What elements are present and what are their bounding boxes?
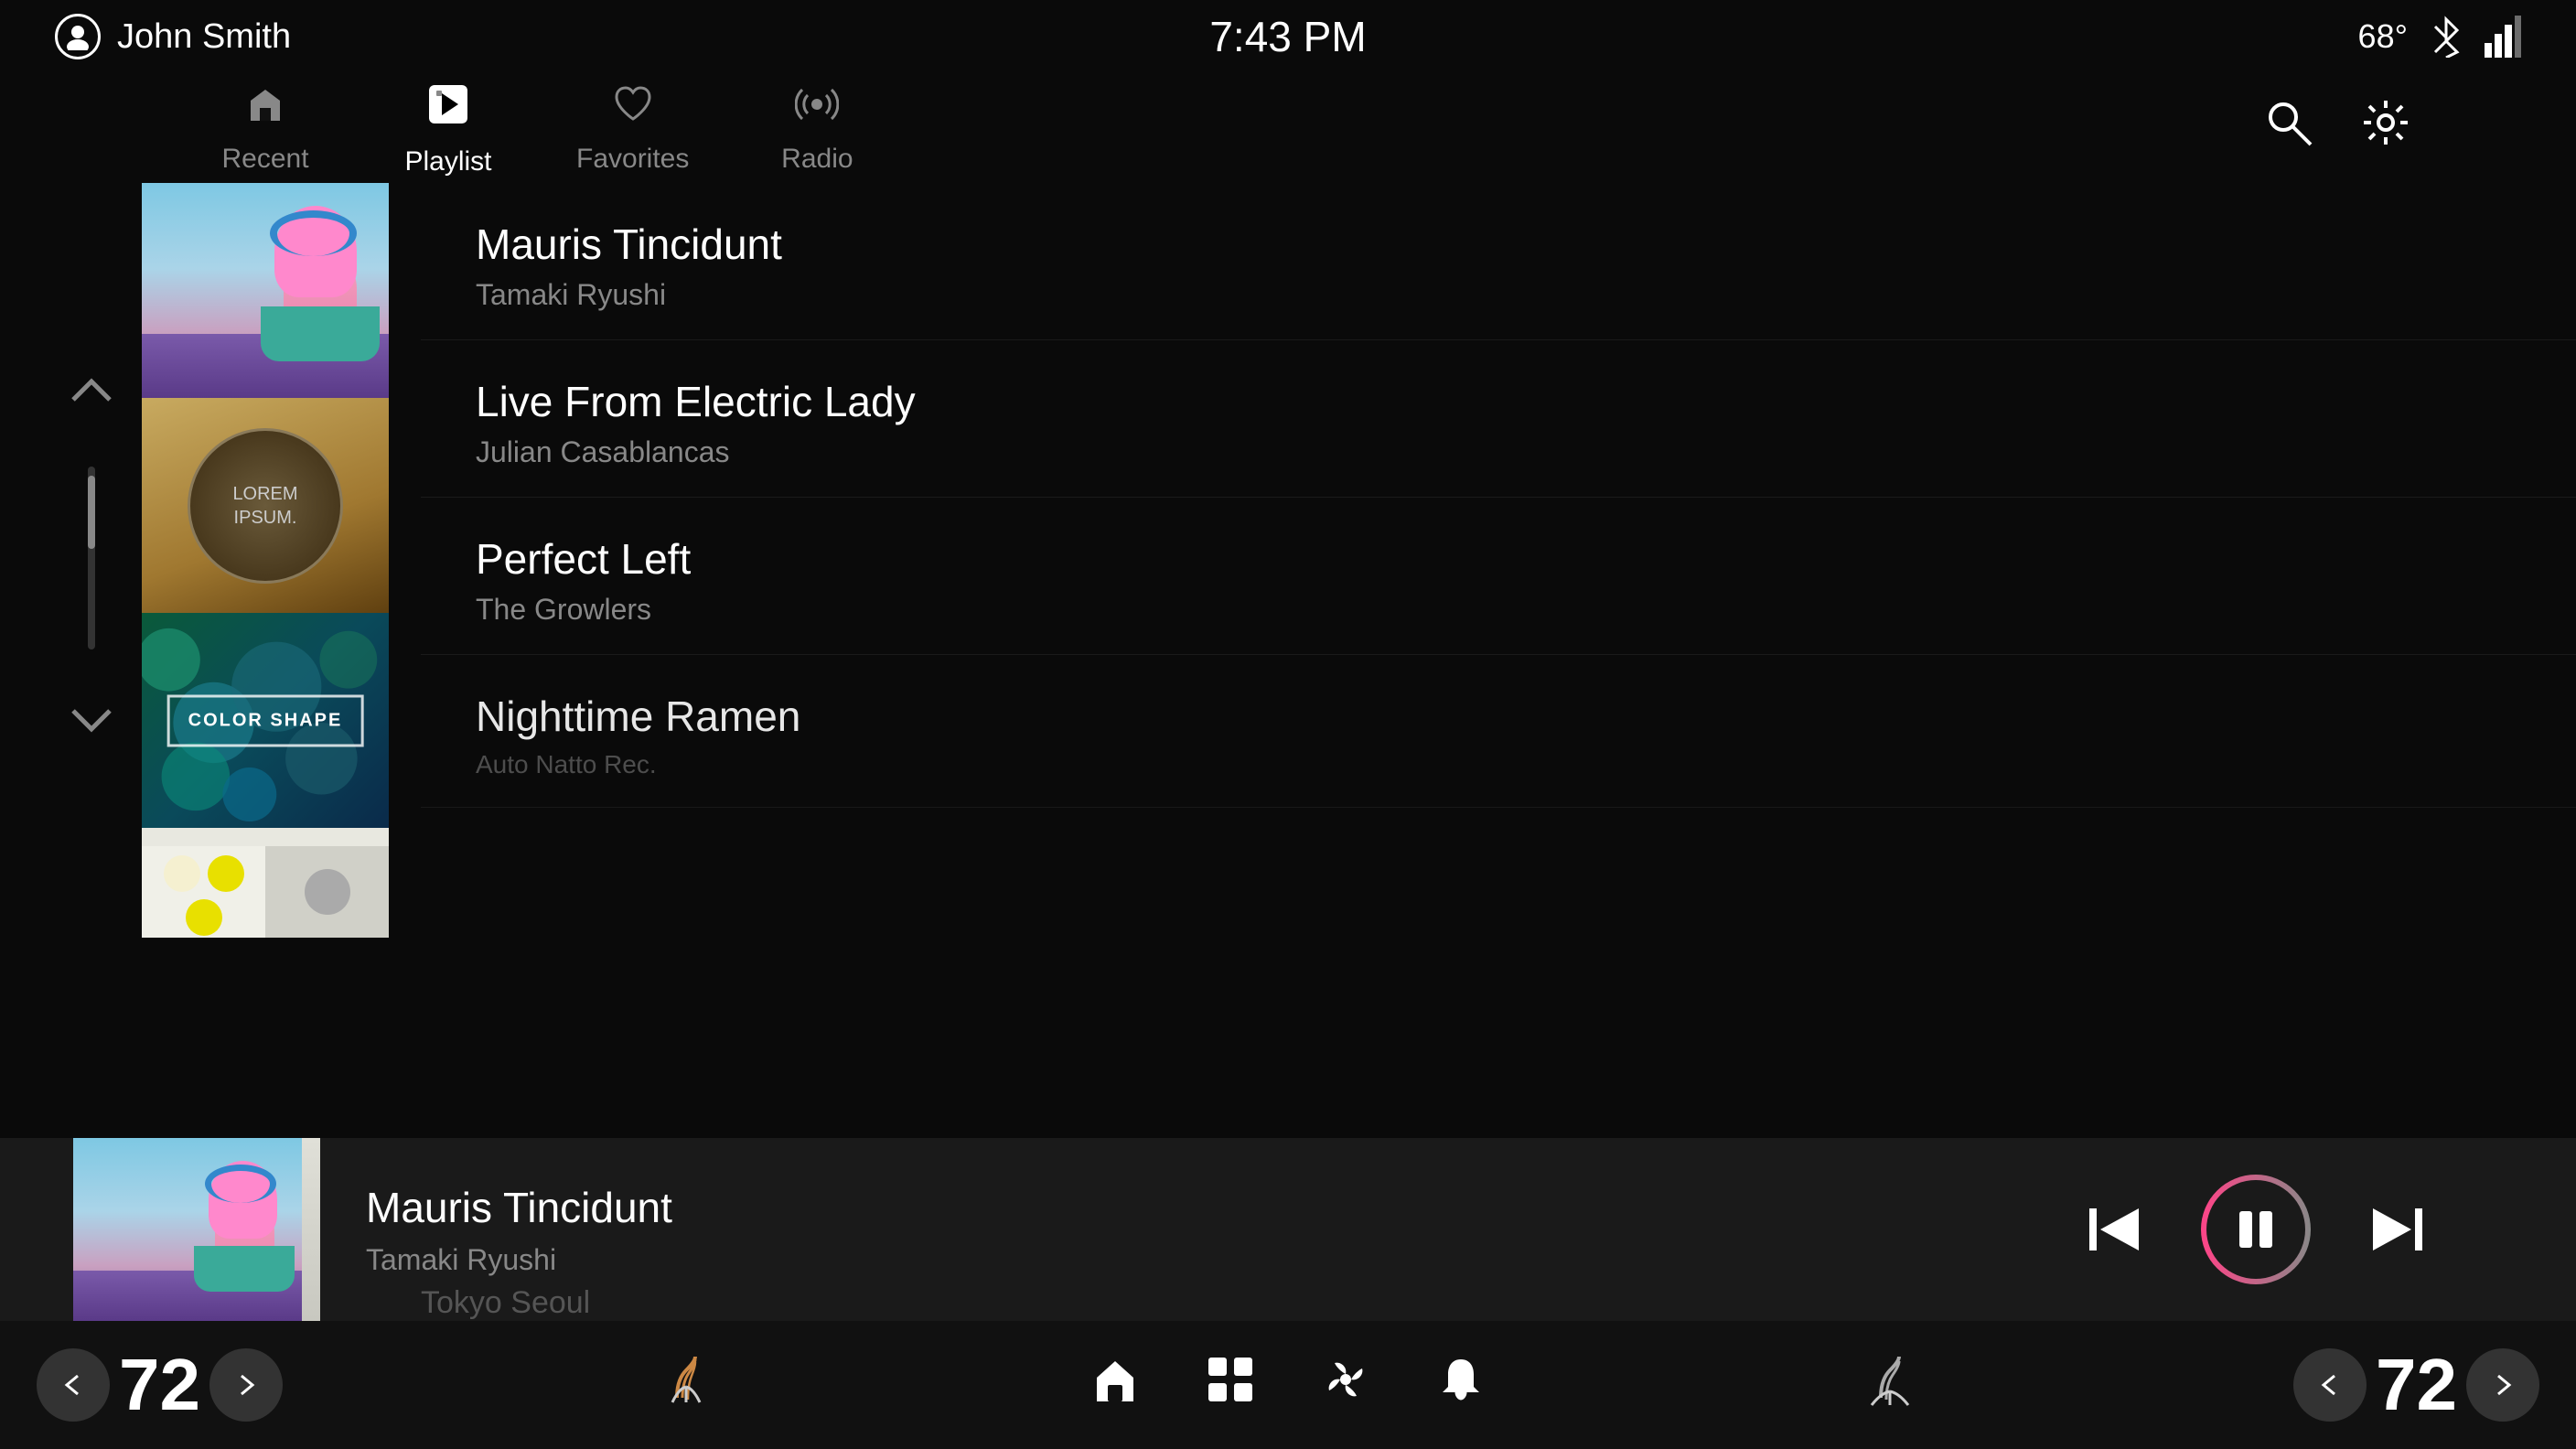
pause-button[interactable] (2201, 1175, 2311, 1284)
settings-icon[interactable] (2360, 97, 2411, 159)
user-info: John Smith (55, 14, 291, 59)
temp-right-controls: 72 (2293, 1343, 2539, 1427)
favorites-icon (611, 82, 655, 136)
temp-left-value: 72 (119, 1343, 200, 1427)
tab-radio[interactable]: Radio (762, 82, 872, 175)
playlist-title-1: Mauris Tincidunt (476, 220, 2521, 269)
status-bar: John Smith 7:43 PM 68° (0, 0, 2576, 73)
now-playing-artist: Tamaki Ryushi (366, 1243, 1201, 1277)
search-icon[interactable] (2263, 97, 2314, 159)
hvac-left-icon[interactable] (659, 1352, 714, 1419)
username: John Smith (117, 17, 291, 57)
playback-controls (2082, 1175, 2430, 1284)
color-shape-label: coLor ShAPE (167, 694, 364, 746)
scroll-thumb (88, 476, 95, 549)
tab-favorites[interactable]: Favorites (576, 82, 689, 175)
scroll-up-button[interactable] (46, 348, 137, 439)
hvac-right-icon[interactable] (1862, 1352, 1917, 1419)
tab-recent[interactable]: Recent (210, 82, 320, 175)
playlist-item-1[interactable]: Mauris Tincidunt Tamaki Ryushi (421, 183, 2576, 340)
nav-actions (2263, 97, 2411, 159)
tab-radio-label: Radio (781, 144, 853, 175)
radio-icon (795, 82, 839, 136)
temp-left-prev[interactable] (37, 1348, 110, 1422)
playlist-item-2[interactable]: Live From Electric Lady Julian Casablanc… (421, 340, 2576, 498)
color-shape-text: coLor ShAPE (188, 710, 343, 730)
temp-right-next[interactable] (2466, 1348, 2539, 1422)
nav-tabs: Recent Playlist Favorites (156, 80, 2263, 177)
home-icon[interactable] (1089, 1354, 1141, 1417)
now-playing-bar: Mauris Tincidunt Tamaki Ryushi Toky (0, 1138, 2576, 1321)
recent-icon (243, 82, 287, 136)
scroll-down-button[interactable] (46, 677, 137, 768)
playlist-icon (424, 80, 473, 139)
temp-left-controls: 72 (37, 1343, 283, 1427)
now-playing-art (73, 1138, 320, 1321)
user-avatar (55, 14, 101, 59)
now-playing-title: Mauris Tincidunt (366, 1183, 1201, 1232)
next-button[interactable] (2366, 1197, 2430, 1261)
tab-playlist-label: Playlist (404, 146, 491, 177)
album-thumb-3[interactable]: coLor ShAPE (142, 613, 389, 828)
temp-right-prev[interactable] (2293, 1348, 2367, 1422)
nav-bar: Recent Playlist Favorites (0, 73, 2576, 183)
now-playing-info: Mauris Tincidunt Tamaki Ryushi (320, 1183, 1247, 1277)
next-song-hint: Tokyo Seoul (421, 1285, 590, 1321)
scroll-track (88, 467, 95, 649)
clock: 7:43 PM (1209, 12, 1366, 61)
temp-left-next[interactable] (209, 1348, 283, 1422)
bottom-center-icons (1089, 1354, 1487, 1417)
playlist-container: Mauris Tincidunt Tamaki Ryushi Live From… (421, 183, 2576, 1138)
album-2-circle: LOREMIPSUM. (188, 428, 343, 584)
album-thumb-4[interactable] (142, 828, 389, 938)
fan-icon[interactable] (1320, 1354, 1371, 1417)
temp-right-value: 72 (2376, 1343, 2457, 1427)
album-2-text: LOREMIPSUM. (232, 482, 297, 530)
tab-favorites-label: Favorites (576, 144, 689, 175)
signal-icon (2485, 16, 2521, 58)
scroll-controls (46, 348, 137, 768)
bell-icon[interactable] (1435, 1354, 1487, 1417)
temperature-status: 68° (2358, 17, 2408, 56)
status-icons: 68° (2358, 16, 2521, 58)
tab-playlist[interactable]: Playlist (393, 80, 503, 177)
grid-icon[interactable] (1205, 1354, 1256, 1417)
bottom-bar: 72 (0, 1321, 2576, 1449)
playlist-title-2: Live From Electric Lady (476, 377, 2521, 426)
album-thumb-2[interactable]: LOREMIPSUM. (142, 398, 389, 613)
playlist-artist-4: Auto Natto Rec. (476, 750, 2521, 779)
previous-button[interactable] (2082, 1197, 2146, 1261)
tab-recent-label: Recent (221, 144, 308, 175)
playlist-item-4[interactable]: Nighttime Ramen Auto Natto Rec. (421, 655, 2576, 808)
playlist-title-3: Perfect Left (476, 534, 2521, 584)
album-thumbnails: LOREMIPSUM. coLor ShAPE (142, 183, 393, 938)
playlist-artist-1: Tamaki Ryushi (476, 278, 2521, 312)
playlist-artist-3: The Growlers (476, 593, 2521, 627)
playlist-artist-2: Julian Casablancas (476, 435, 2521, 469)
playlist-item-3[interactable]: Perfect Left The Growlers (421, 498, 2576, 655)
album-thumb-1[interactable] (142, 183, 389, 398)
playlist-title-4: Nighttime Ramen (476, 692, 2521, 741)
bluetooth-icon (2430, 16, 2463, 58)
